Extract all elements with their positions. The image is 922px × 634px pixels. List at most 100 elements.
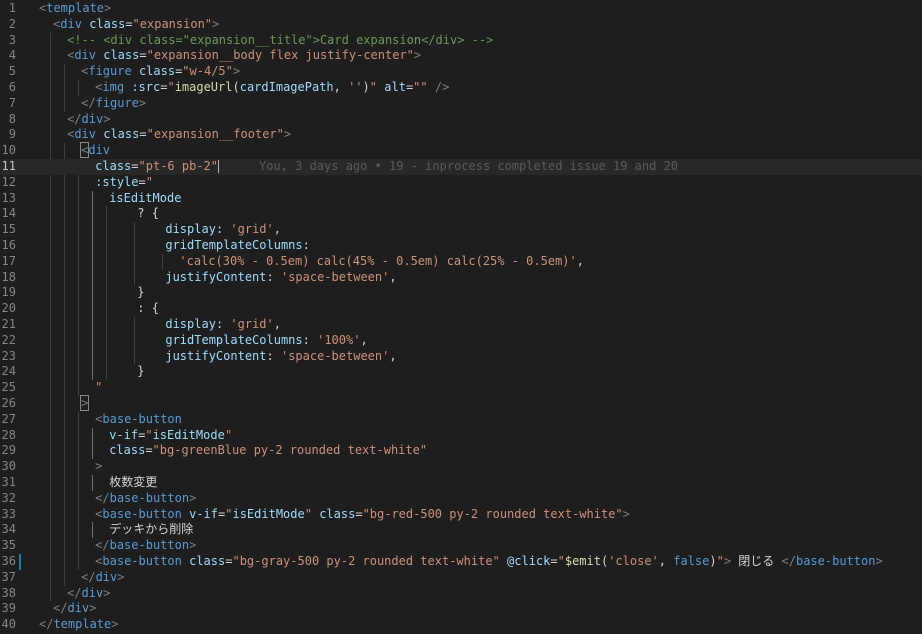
line-number: 34 bbox=[1, 522, 16, 537]
code-line[interactable]: 26 > bbox=[0, 395, 922, 412]
code-line[interactable]: 19} bbox=[0, 285, 922, 301]
code-line[interactable]: 12:style=" bbox=[0, 175, 922, 191]
code-token: div bbox=[88, 143, 111, 158]
code-token: , bbox=[333, 80, 349, 94]
code-line[interactable]: 2 <div class="expansion"> bbox=[0, 17, 922, 33]
code-line[interactable]: 21 display: 'grid', bbox=[0, 317, 922, 333]
code-line[interactable]: 24} bbox=[0, 364, 922, 380]
code-token: justifyContent bbox=[165, 348, 267, 363]
code-token: template bbox=[53, 617, 112, 632]
code-line[interactable]: 25 " bbox=[0, 380, 922, 396]
code-token: > bbox=[189, 490, 197, 505]
code-token: v-if bbox=[109, 427, 139, 442]
code-token: > bbox=[95, 459, 103, 474]
code-token: , bbox=[658, 554, 674, 568]
code-line[interactable]: 18 justifyContent: 'space-between', bbox=[0, 270, 922, 286]
git-modified-indicator[interactable] bbox=[19, 554, 21, 570]
code-token: v-if bbox=[189, 506, 219, 521]
code-token: div bbox=[95, 569, 118, 584]
code-line[interactable]: 22 gridTemplateColumns: '100%', bbox=[0, 333, 922, 349]
line-number: 8 bbox=[8, 111, 16, 126]
code-line[interactable]: 23 justifyContent: 'space-between', bbox=[0, 349, 922, 365]
code-line[interactable]: 16 gridTemplateColumns: bbox=[0, 238, 922, 254]
code-token: > bbox=[283, 127, 292, 142]
code-token: class bbox=[89, 16, 126, 31]
code-content: isEditMode bbox=[109, 191, 181, 207]
line-number: 13 bbox=[1, 190, 16, 205]
line-number: 11 bbox=[1, 159, 16, 173]
code-line[interactable]: 6 <img :src="imageUrl(cardImagePath, '')"… bbox=[0, 80, 922, 96]
code-line[interactable]: 5 <figure class="w-4/5"> bbox=[0, 64, 922, 80]
code-content: 枚数変更 bbox=[109, 475, 157, 491]
code-line[interactable]: 1 <template> bbox=[0, 1, 922, 17]
code-line[interactable]: 7 </figure> bbox=[0, 96, 922, 112]
code-token: div bbox=[74, 48, 96, 63]
line-number: 2 bbox=[8, 16, 16, 31]
code-token: " bbox=[369, 80, 378, 94]
line-number: 15 bbox=[1, 222, 16, 237]
code-token: </ bbox=[67, 111, 82, 126]
code-token: > bbox=[413, 48, 422, 63]
code-token: = bbox=[131, 159, 139, 173]
code-line[interactable]: 13 isEditMode bbox=[0, 191, 922, 207]
code-line[interactable]: 29 class="bg-greenBlue py-2 rounded text-… bbox=[0, 443, 922, 459]
code-line[interactable]: 11 class="pt-6 pb-2" You, 3 days ago • 19 … bbox=[0, 159, 922, 175]
code-token: base-button bbox=[102, 411, 182, 426]
code-token: デッキから削除 bbox=[109, 522, 194, 537]
code-token: = bbox=[145, 443, 153, 458]
code-token: } bbox=[137, 364, 145, 379]
code-line[interactable]: 39 </div> bbox=[0, 601, 922, 617]
code-line[interactable]: 20: { bbox=[0, 301, 922, 317]
code-token: ) bbox=[709, 554, 717, 568]
code-token: '100%' bbox=[317, 332, 361, 347]
code-token: " bbox=[557, 554, 565, 568]
code-token: "bg-greenBlue py-2 rounded text-white" bbox=[152, 443, 428, 458]
code-token: > bbox=[232, 64, 241, 79]
code-line[interactable]: 38 </div> bbox=[0, 586, 922, 602]
code-token: base-button bbox=[102, 554, 182, 568]
line-number: 5 bbox=[8, 64, 16, 79]
code-token: " bbox=[716, 554, 724, 568]
code-content: </template> bbox=[39, 617, 118, 633]
code-line[interactable]: 4 <div class="expansion__body flex justif… bbox=[0, 48, 922, 64]
code-line[interactable]: 17 'calc(30% - 0.5em) calc(45% - 0.5em) c… bbox=[0, 254, 922, 270]
code-editor[interactable]: 1 <template> 2 <div class="expansion"> 3 <!--… bbox=[0, 0, 922, 634]
code-line[interactable]: 31 枚数変更 bbox=[0, 475, 922, 491]
line-number: 6 bbox=[8, 80, 16, 94]
line-number: 28 bbox=[1, 427, 16, 442]
code-token: : bbox=[302, 238, 310, 252]
code-line[interactable]: 3 <!-- <div class="expansion__title">Card… bbox=[0, 33, 922, 49]
code-line[interactable]: 32 </base-button> bbox=[0, 491, 922, 507]
code-line[interactable]: 15 display: 'grid', bbox=[0, 222, 922, 238]
code-line[interactable]: 35 </base-button> bbox=[0, 538, 922, 554]
code-token: @click bbox=[507, 554, 551, 568]
code-token: > bbox=[103, 585, 111, 600]
code-line[interactable]: 33 <base-button v-if="isEditMode" class="… bbox=[0, 507, 922, 523]
code-token: " bbox=[145, 174, 153, 189]
code-line[interactable]: 36 <base-button class="bg-gray-500 py-2 r… bbox=[0, 554, 922, 570]
code-line[interactable]: 8 </div> bbox=[0, 112, 922, 128]
code-token: 'space-between' bbox=[280, 269, 390, 284]
line-number: 31 bbox=[1, 475, 16, 489]
code-token: = bbox=[550, 554, 558, 568]
code-token: </ bbox=[67, 585, 82, 600]
code-token: 'space-between' bbox=[280, 348, 390, 363]
code-token: </ bbox=[39, 617, 54, 632]
code-line[interactable]: 37 </div> bbox=[0, 570, 922, 586]
code-line[interactable]: 14 ? { bbox=[0, 206, 922, 222]
code-token: "expansion" bbox=[132, 16, 213, 31]
code-line[interactable]: 9 <div class="expansion__footer"> bbox=[0, 127, 922, 143]
line-number: 9 bbox=[8, 127, 16, 142]
code-token: display bbox=[165, 317, 216, 331]
code-token: img bbox=[102, 80, 125, 94]
code-token: <!-- <div class="expansion__title">Card … bbox=[67, 32, 494, 47]
code-token: class bbox=[189, 554, 226, 568]
code-token: , bbox=[389, 269, 397, 284]
code-line[interactable]: 28 v-if="isEditMode" bbox=[0, 428, 922, 444]
code-line[interactable]: 10 <div bbox=[0, 142, 922, 159]
code-line[interactable]: 27 <base-button bbox=[0, 412, 922, 428]
code-line[interactable]: 34 デッキから削除 bbox=[0, 522, 922, 538]
code-content: <div class="expansion"> bbox=[53, 17, 219, 33]
code-line[interactable]: 40 </template> bbox=[0, 617, 922, 633]
code-line[interactable]: 30 > bbox=[0, 459, 922, 475]
